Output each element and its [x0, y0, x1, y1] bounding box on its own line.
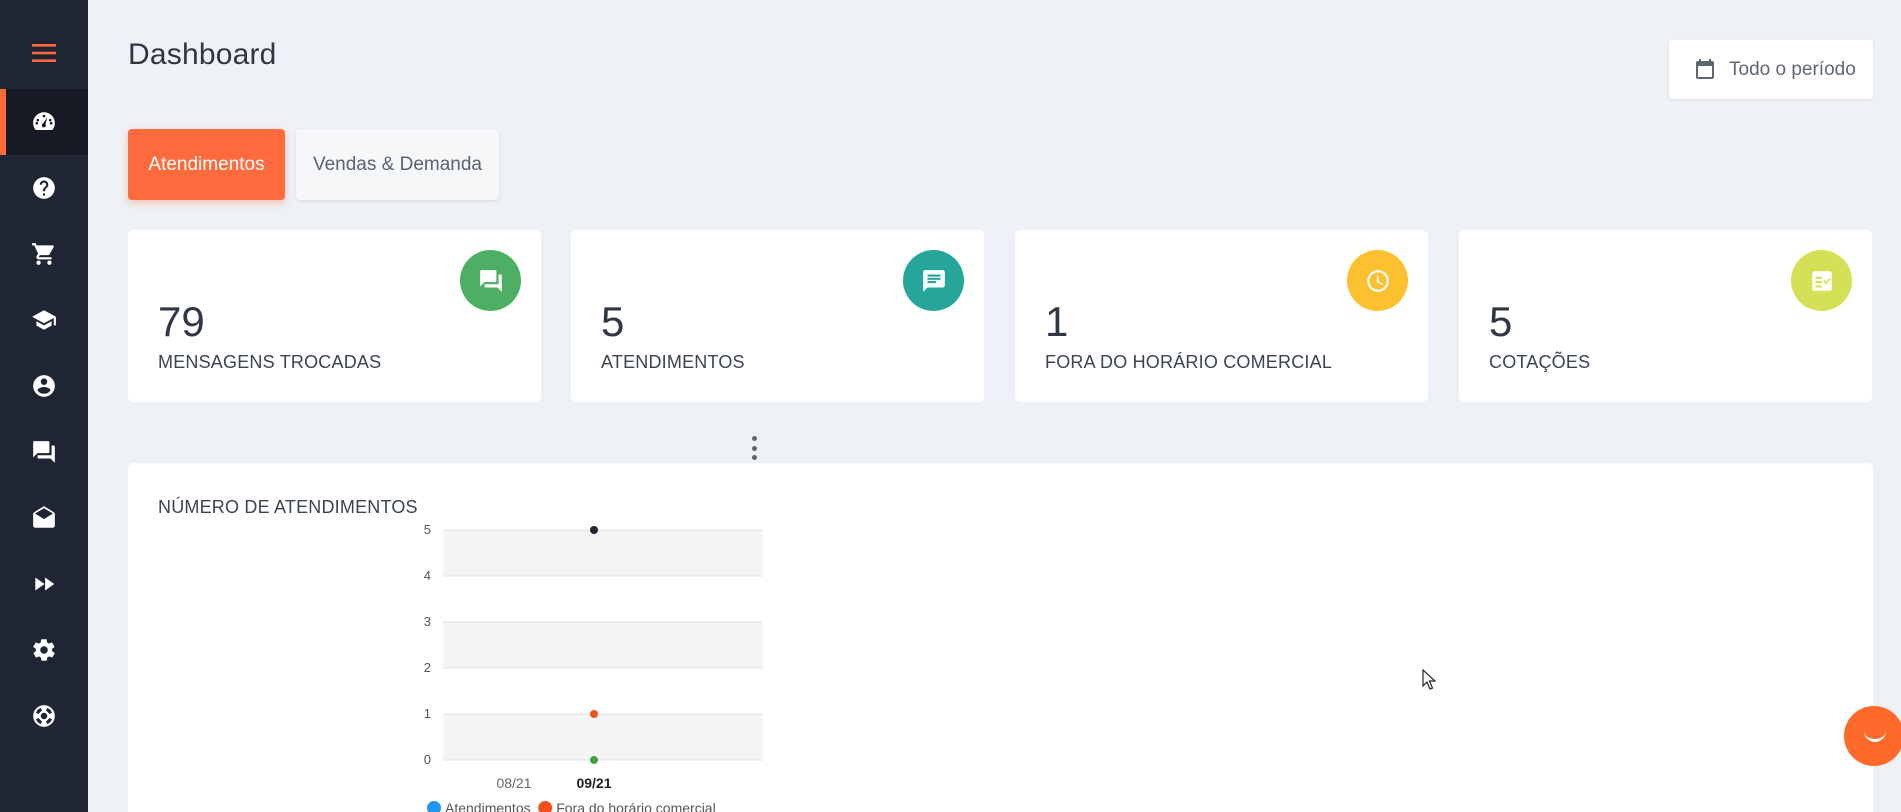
stat-value: 1: [1045, 298, 1069, 345]
tab-atendimentos[interactable]: Atendimentos: [128, 129, 285, 200]
tab-vendas-demanda[interactable]: Vendas & Demanda: [296, 129, 499, 200]
y-tick-label: 4: [424, 568, 431, 583]
chart-grid-band: [443, 530, 763, 576]
menu-button[interactable]: [0, 22, 88, 84]
sidebar: [0, 0, 88, 812]
data-point: [590, 710, 598, 718]
sidebar-item-forward[interactable]: [0, 551, 88, 617]
cart-icon: [32, 243, 54, 265]
chart-grid-band: [443, 714, 763, 760]
period-filter-button[interactable]: Todo o período: [1669, 40, 1873, 99]
calendar-icon: [1696, 58, 1714, 79]
fast-forward-icon: [35, 577, 55, 591]
stat-card-fora-horario: 1 FORA DO HORÁRIO COMERCIAL: [1015, 230, 1428, 402]
stat-label: FORA DO HORÁRIO COMERCIAL: [1045, 352, 1333, 372]
stat-icon-circle: [1791, 250, 1852, 311]
stat-label: ATENDIMENTOS: [601, 352, 745, 372]
y-tick-label: 3: [424, 614, 431, 629]
x-tick-label: 09/21: [576, 775, 611, 791]
sidebar-item-settings[interactable]: [0, 617, 88, 683]
stat-label: MENSAGENS TROCADAS: [158, 352, 382, 372]
sidebar-item-help[interactable]: [0, 155, 88, 221]
help-icon: [33, 177, 55, 199]
forum-icon: [479, 269, 502, 292]
sidebar-item-mail[interactable]: [0, 485, 88, 551]
data-point: [590, 526, 598, 534]
sidebar-item-school[interactable]: [0, 287, 88, 353]
stat-icon-circle: [903, 250, 964, 311]
y-tick-label: 0: [424, 752, 431, 767]
atendimentos-chart: 0 1 2 3 4 5 08/21 09/21 Atendimentos Fora do horá…: [424, 522, 763, 812]
sidebar-item-forum[interactable]: [0, 419, 88, 485]
y-tick-label: 1: [424, 706, 431, 721]
checklist-icon: [1811, 270, 1832, 291]
more-options-icon[interactable]: [748, 436, 760, 460]
chat-widget-button[interactable]: [1844, 706, 1901, 766]
sidebar-item-account[interactable]: [0, 353, 88, 419]
data-point: [590, 756, 598, 764]
stat-value: 79: [158, 298, 205, 345]
stat-card-cotacoes: 5 COTAÇÕES: [1459, 230, 1872, 402]
legend-swatch: [538, 801, 553, 812]
stat-label: COTAÇÕES: [1489, 352, 1591, 372]
chat-icon: [922, 269, 945, 292]
x-tick-label: 08/21: [496, 775, 531, 791]
legend-label: Atendimentos: [445, 800, 531, 812]
stat-icon-circle: [460, 250, 521, 311]
chat-smile-icon: [1864, 730, 1886, 742]
stat-icon-circle: [1347, 250, 1408, 311]
forum-icon: [33, 441, 55, 463]
page-title: Dashboard: [128, 38, 277, 71]
stat-value: 5: [601, 298, 625, 345]
stat-card-atendimentos: 5 ATENDIMENTOS: [571, 230, 984, 402]
mouse-cursor-icon: [1422, 669, 1436, 690]
legend-swatch: [427, 801, 441, 812]
dashboard-icon: [33, 112, 55, 131]
sidebar-item-support[interactable]: [0, 683, 88, 749]
stat-value: 5: [1489, 298, 1513, 345]
y-tick-label: 2: [424, 660, 431, 675]
y-tick-label: 5: [424, 522, 431, 537]
account-icon: [33, 375, 55, 397]
hamburger-icon: [32, 44, 56, 62]
period-filter-label: Todo o período: [1729, 58, 1856, 80]
chart-card-atendimentos: NÚMERO DE ATENDIMENTOS 0 1 2 3 4 5 08/21 09/21 A…: [128, 463, 1873, 812]
stat-card-mensagens: 79 MENSAGENS TROCADAS: [128, 230, 541, 402]
sidebar-item-cart[interactable]: [0, 221, 88, 287]
support-icon: [33, 705, 55, 727]
chart-grid-band: [443, 622, 763, 668]
legend-label: Fora do horário comercial: [556, 800, 716, 812]
school-icon: [32, 310, 56, 330]
mail-open-icon: [33, 506, 55, 528]
clock-icon: [1366, 269, 1389, 292]
settings-icon: [33, 639, 55, 661]
sidebar-item-dashboard[interactable]: [0, 89, 88, 155]
